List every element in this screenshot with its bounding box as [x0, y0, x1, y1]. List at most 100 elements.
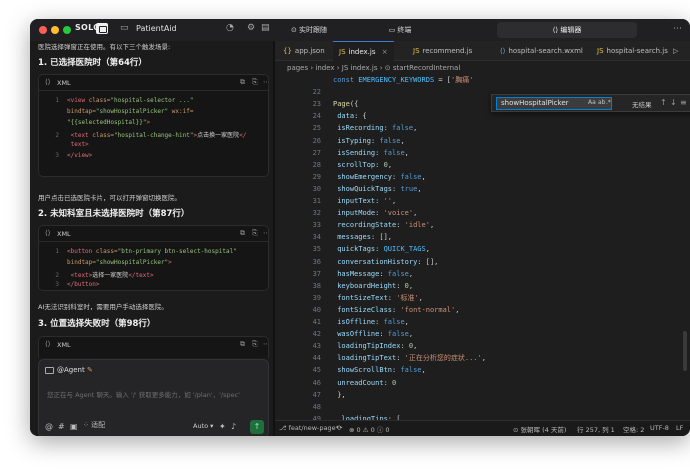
- code-token: const: [333, 76, 359, 84]
- minimize-window-button[interactable]: [51, 26, 59, 34]
- editor-line[interactable]: 44 loadingTipText: '正在分析您的症状...',: [275, 352, 486, 364]
- layout-icon[interactable]: ▤: [261, 23, 270, 33]
- code-token: :: [375, 318, 384, 326]
- cursor-position[interactable]: 行 257, 列 1: [577, 424, 615, 434]
- editor-line[interactable]: 35 quickTags: QUICK_TAGS,: [275, 243, 430, 255]
- editor-scrollbar[interactable]: [683, 331, 687, 371]
- sync-icon[interactable]: ⟳: [337, 424, 342, 432]
- code-token: unreadCount: [333, 378, 384, 387]
- code-token: showQuickTags: [333, 184, 393, 193]
- tab-terminal[interactable]: ▭ 终端: [375, 22, 425, 38]
- line-number: 3: [55, 152, 59, 159]
- sparkle-icon[interactable]: ✦: [219, 422, 226, 431]
- code-token: ,: [429, 221, 435, 230]
- file-tab-hospital-search-wxml[interactable]: ⟨⟩ hospital-search.wxml: [500, 41, 583, 61]
- voice-icon[interactable]: ♪: [231, 422, 236, 431]
- chat-history-icon[interactable]: ◔: [226, 23, 234, 33]
- adapt-icon[interactable]: ⁘ 适配: [83, 420, 105, 430]
- model-select[interactable]: Auto ▾: [193, 422, 213, 430]
- code-token: messages: [333, 233, 371, 242]
- code-token: showEmergency: [333, 172, 393, 181]
- editor-line[interactable]: 23 Page({: [275, 98, 359, 110]
- wrap-icon[interactable]: ⎘: [252, 78, 258, 87]
- settings-gear-icon[interactable]: ⚙: [247, 23, 255, 33]
- close-window-button[interactable]: [39, 26, 47, 34]
- editor-line[interactable]: 41 isOffline: false,: [275, 316, 409, 328]
- file-tab-hospital-search-js[interactable]: JS hospital-search.js: [597, 41, 668, 61]
- prev-match-icon[interactable]: ↑: [660, 98, 667, 107]
- editor-line[interactable]: const EMERGENCY_KEYWORDS = ['胸痛': [275, 74, 473, 86]
- editor-line[interactable]: 47 },: [275, 389, 346, 401]
- run-icon[interactable]: ▷: [673, 41, 678, 61]
- hash-icon[interactable]: #: [58, 422, 65, 431]
- code-token: : {: [354, 112, 367, 121]
- chat-input-box[interactable]: @Agent ✎ 您正在与 Agent 聊天。输入 '/' 获取更多能力，如 '…: [38, 359, 269, 436]
- editor-line[interactable]: 30 showQuickTags: true,: [275, 183, 422, 195]
- branch-status[interactable]: ⎇ feat/new-page*: [279, 424, 339, 432]
- agent-chip[interactable]: @Agent ✎: [45, 366, 93, 374]
- copy-icon[interactable]: ⧉: [240, 229, 245, 238]
- editor-line[interactable]: 36 conversationHistory: [],: [275, 256, 439, 268]
- mention-icon[interactable]: @: [45, 422, 53, 431]
- editor-line[interactable]: 34 messages: [],: [275, 231, 392, 243]
- whole-word-toggle[interactable]: ab: [598, 99, 606, 106]
- regex-toggle[interactable]: .*: [606, 99, 611, 106]
- editor-line[interactable]: 25 isRecording: false,: [275, 122, 418, 134]
- project-name[interactable]: PatientAid: [136, 24, 177, 33]
- editor-line[interactable]: 40 fontSizeClass: 'font-normal',: [275, 304, 460, 316]
- code-token: fontSizeClass: [333, 305, 393, 314]
- sidebar-toggle-icon[interactable]: ▭: [120, 23, 129, 33]
- more-icon[interactable]: ⋯: [263, 229, 268, 237]
- image-icon[interactable]: ▣: [70, 422, 78, 431]
- editor-line[interactable]: 29 showEmergency: false,: [275, 171, 426, 183]
- editor-line[interactable]: 42 wasOffline: false,: [275, 328, 414, 340]
- tab-editor[interactable]: ⟨⟩ 编辑器: [497, 22, 637, 38]
- chat-input-placeholder[interactable]: 您正在与 Agent 聊天。输入 '/' 获取更多能力，如 '/plan'，'/…: [47, 389, 240, 399]
- maximize-window-button[interactable]: [63, 26, 71, 34]
- line-number: 47: [312, 390, 321, 399]
- copy-icon[interactable]: ⧉: [240, 78, 245, 87]
- next-match-icon[interactable]: ↓: [670, 98, 677, 107]
- editor-line[interactable]: 37 hasMessage: false,: [275, 268, 414, 280]
- editor-line[interactable]: 32 inputMode: 'voice',: [275, 207, 418, 219]
- editor-line[interactable]: 27 isSending: false,: [275, 147, 409, 159]
- indent-setting[interactable]: 空格: 2: [623, 424, 644, 434]
- more-icon[interactable]: ⋯: [263, 78, 268, 86]
- editor-line[interactable]: 31 inputText: '',: [275, 195, 397, 207]
- encoding-setting[interactable]: UTF-8: [650, 424, 669, 432]
- file-tab-app-json[interactable]: {} app.json: [283, 41, 325, 61]
- more-icon[interactable]: ⋯: [673, 24, 682, 34]
- code-token: class=: [95, 248, 118, 255]
- file-tab-index-js[interactable]: JS index.js ×: [333, 41, 394, 61]
- more-icon[interactable]: ⋯: [263, 340, 268, 348]
- editor-line[interactable]: 28 scrollTop: 0,: [275, 159, 392, 171]
- editor-line[interactable]: 22: [275, 86, 333, 98]
- problems-status[interactable]: ⊗ 0 ⚠ 0 ⓘ 0: [349, 424, 390, 434]
- editor-line[interactable]: 46 unreadCount: 0: [275, 377, 397, 389]
- match-case-toggle[interactable]: Aa: [588, 99, 596, 106]
- code-token: <button: [67, 248, 96, 255]
- copy-icon[interactable]: ⧉: [240, 340, 245, 349]
- editor-line[interactable]: 48: [275, 401, 333, 413]
- editor-line[interactable]: 43 loadingTipIndex: 0,: [275, 340, 418, 352]
- send-button[interactable]: ↑: [250, 420, 264, 434]
- editor-line[interactable]: 45 showScrollBtn: false,: [275, 364, 426, 376]
- find-in-selection-icon[interactable]: ≡: [680, 98, 687, 107]
- editor-line[interactable]: 26 isTyping: false,: [275, 135, 405, 147]
- editor-line[interactable]: 24 data: {: [275, 110, 367, 122]
- wrap-icon[interactable]: ⎘: [252, 229, 258, 238]
- close-tab-icon[interactable]: ×: [382, 48, 388, 56]
- editor-line[interactable]: 38 keyboardHeight: 0,: [275, 280, 414, 292]
- eol-setting[interactable]: LF: [676, 424, 683, 432]
- code-token: 0: [392, 378, 397, 387]
- code-token: ,: [421, 172, 426, 181]
- tab-live-follow[interactable]: ⊙ 实时跟随: [281, 22, 337, 38]
- file-tab-recommend-js[interactable]: JS recommend.js: [413, 41, 472, 61]
- editor-line[interactable]: 39 fontSizeText: '标准',: [275, 292, 423, 304]
- breadcrumb[interactable]: pages › index › JS index.js › ⊙ startRec…: [287, 64, 460, 72]
- editor-line[interactable]: 33 recordingState: 'idle',: [275, 219, 435, 231]
- mode-switch-icon[interactable]: [96, 23, 108, 34]
- git-blame[interactable]: ⊙ 张朝晖 (4 天前): [513, 424, 566, 434]
- wrap-icon[interactable]: ⎘: [252, 340, 258, 349]
- code-token: isSending: [333, 148, 376, 157]
